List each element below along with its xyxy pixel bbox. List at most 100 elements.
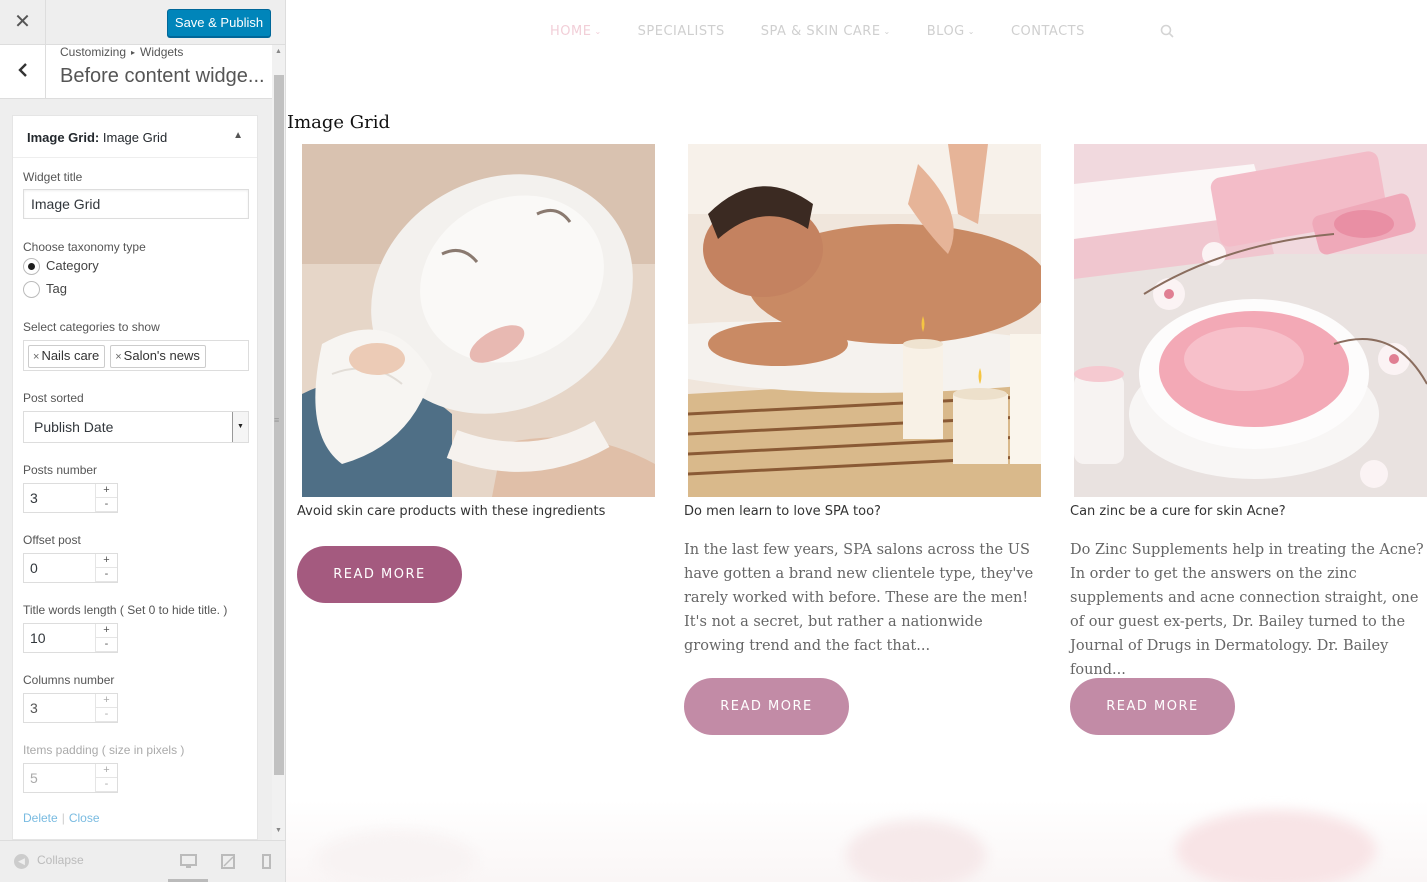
back-button[interactable]: [0, 45, 46, 99]
widget-name: Image Grid: [102, 130, 168, 145]
nav-label: BLOG: [926, 24, 965, 39]
decorative-blur: [1176, 810, 1376, 882]
decrement-icon[interactable]: -: [96, 778, 117, 792]
category-tag[interactable]: × Salon's news: [110, 345, 206, 368]
widget-actions: Delete | Close: [23, 811, 100, 825]
facial-photo: [302, 144, 655, 497]
collapse-button[interactable]: ◀ Collapse: [14, 853, 84, 869]
stepper-value: 5: [30, 770, 38, 786]
post-sorted-select[interactable]: Publish Date ▼: [23, 411, 249, 443]
dropdown-arrow-icon[interactable]: ▼: [232, 412, 248, 442]
tablet-icon[interactable]: [221, 854, 235, 869]
increment-icon[interactable]: +: [96, 484, 117, 498]
post-image-facial[interactable]: [302, 144, 655, 497]
decrement-icon[interactable]: -: [96, 568, 117, 582]
decrement-icon[interactable]: -: [96, 498, 117, 512]
delete-widget-link[interactable]: Delete: [23, 811, 58, 825]
post-title[interactable]: Avoid skin care products with these ingr…: [297, 504, 605, 519]
increment-icon[interactable]: +: [96, 554, 117, 568]
items-padding-label: Items padding ( size in pixels ): [23, 743, 185, 757]
collapse-icon: ◀: [14, 854, 29, 869]
nav-item-home[interactable]: HOME ⌄: [550, 24, 602, 39]
items-padding-stepper[interactable]: 5 + -: [23, 763, 118, 793]
radio-label: Category: [46, 258, 99, 273]
post-image-salt[interactable]: [1074, 144, 1427, 497]
widget-title-label: Widget title: [23, 170, 83, 184]
save-publish-button[interactable]: Save & Publish: [167, 9, 271, 37]
nav-label: CONTACTS: [1010, 24, 1085, 39]
increment-icon[interactable]: +: [96, 694, 117, 708]
close-icon: ✕: [14, 11, 31, 33]
scroll-down-arrow-icon[interactable]: ▼: [275, 827, 282, 834]
chevron-down-icon: ⌄: [594, 27, 602, 36]
sidebar-scrollbar[interactable]: ▲ ≡ ▼: [272, 45, 285, 840]
customizer-header: ✕ Save & Publish: [0, 0, 285, 45]
collapse-arrow-icon[interactable]: ▲: [233, 130, 243, 141]
posts-number-label: Posts number: [23, 463, 98, 477]
remove-tag-icon[interactable]: ×: [115, 351, 121, 363]
stepper-value: 3: [30, 700, 38, 716]
post-sorted-label: Post sorted: [23, 391, 84, 405]
radio-unchecked-icon: [23, 281, 40, 299]
columns-number-label: Columns number: [23, 673, 115, 687]
post-excerpt: In the last few years, SPA salons across…: [684, 542, 1034, 654]
title-words-stepper[interactable]: 10 + -: [23, 623, 118, 653]
main-navigation: HOME ⌄ SPECIALISTS SPA & SKIN CARE ⌄ BLOG ⌄ CON…: [550, 24, 1121, 39]
decrement-icon[interactable]: -: [96, 708, 117, 722]
footer-background-image: [286, 800, 1427, 882]
image-grid-title: Image Grid: [287, 112, 391, 133]
stepper-value: 3: [30, 490, 38, 506]
remove-tag-icon[interactable]: ×: [33, 351, 39, 363]
read-more-button[interactable]: READ MORE: [1070, 678, 1235, 735]
link-separator: |: [61, 811, 65, 825]
decrement-icon[interactable]: -: [96, 638, 117, 652]
categories-label: Select categories to show: [23, 320, 160, 334]
scroll-grip-icon: ≡: [274, 415, 280, 425]
taxonomy-tag-radio[interactable]: Tag: [23, 281, 67, 299]
mobile-icon[interactable]: [262, 854, 271, 869]
nav-label: SPECIALISTS: [637, 24, 725, 39]
nav-item-blog[interactable]: BLOG ⌄: [927, 24, 975, 39]
read-more-button[interactable]: READ MORE: [297, 546, 462, 603]
post-image-massage[interactable]: [688, 144, 1041, 497]
widget-title-input[interactable]: Image Grid: [23, 189, 249, 219]
posts-number-stepper[interactable]: 3 + -: [23, 483, 118, 513]
customizer-sidebar: ✕ Save & Publish Customizing ▸ Widgets Bef…: [0, 0, 286, 882]
breadcrumb-item: Widgets: [140, 45, 184, 59]
read-more-button[interactable]: READ MORE: [684, 678, 849, 735]
spa-salt-photo: [1074, 144, 1427, 497]
offset-post-stepper[interactable]: 0 + -: [23, 553, 118, 583]
close-customizer-button[interactable]: ✕: [0, 0, 46, 45]
desktop-icon[interactable]: [180, 854, 197, 869]
widget-type: Image Grid:: [27, 130, 100, 145]
widget-header[interactable]: Image Grid: Image Grid ▲: [13, 116, 257, 158]
scrollbar-thumb[interactable]: [274, 75, 284, 775]
taxonomy-category-radio[interactable]: Category: [23, 258, 99, 276]
scroll-up-arrow-icon[interactable]: ▲: [275, 48, 282, 55]
category-tag[interactable]: × Nails care: [28, 345, 106, 368]
post-title[interactable]: Do men learn to love SPA too?: [684, 504, 881, 519]
title-words-label: Title words length ( Set 0 to hide title…: [23, 603, 228, 617]
section-title: Before content widge...: [60, 65, 265, 87]
increment-icon[interactable]: +: [96, 764, 117, 778]
search-icon[interactable]: [1160, 24, 1174, 38]
chevron-down-icon: ⌄: [883, 27, 891, 36]
columns-number-stepper[interactable]: 3 + -: [23, 693, 118, 723]
nav-item-specialists[interactable]: SPECIALISTS: [638, 24, 725, 39]
stepper-value: 10: [30, 630, 46, 646]
nav-label: SPA & SKIN CARE: [760, 24, 881, 39]
increment-icon[interactable]: +: [96, 624, 117, 638]
chevron-down-icon: ⌄: [967, 27, 975, 36]
nav-item-spa-skin-care[interactable]: SPA & SKIN CARE ⌄: [761, 24, 891, 39]
image-grid-widget: Image Grid: Image Grid ▲ Widget title Im…: [12, 115, 258, 840]
post-title[interactable]: Can zinc be a cure for skin Acne?: [1070, 504, 1286, 519]
stepper-value: 0: [30, 560, 38, 576]
nav-label: HOME: [550, 24, 592, 39]
close-widget-link[interactable]: Close: [69, 811, 100, 825]
offset-post-label: Offset post: [23, 533, 81, 547]
categories-multiselect[interactable]: × Nails care × Salon's news: [23, 340, 249, 371]
nav-item-contacts[interactable]: CONTACTS: [1011, 24, 1085, 39]
tag-label: Nails care: [41, 348, 100, 363]
massage-photo: [688, 144, 1041, 497]
breadcrumb-separator: ▸: [131, 48, 136, 57]
